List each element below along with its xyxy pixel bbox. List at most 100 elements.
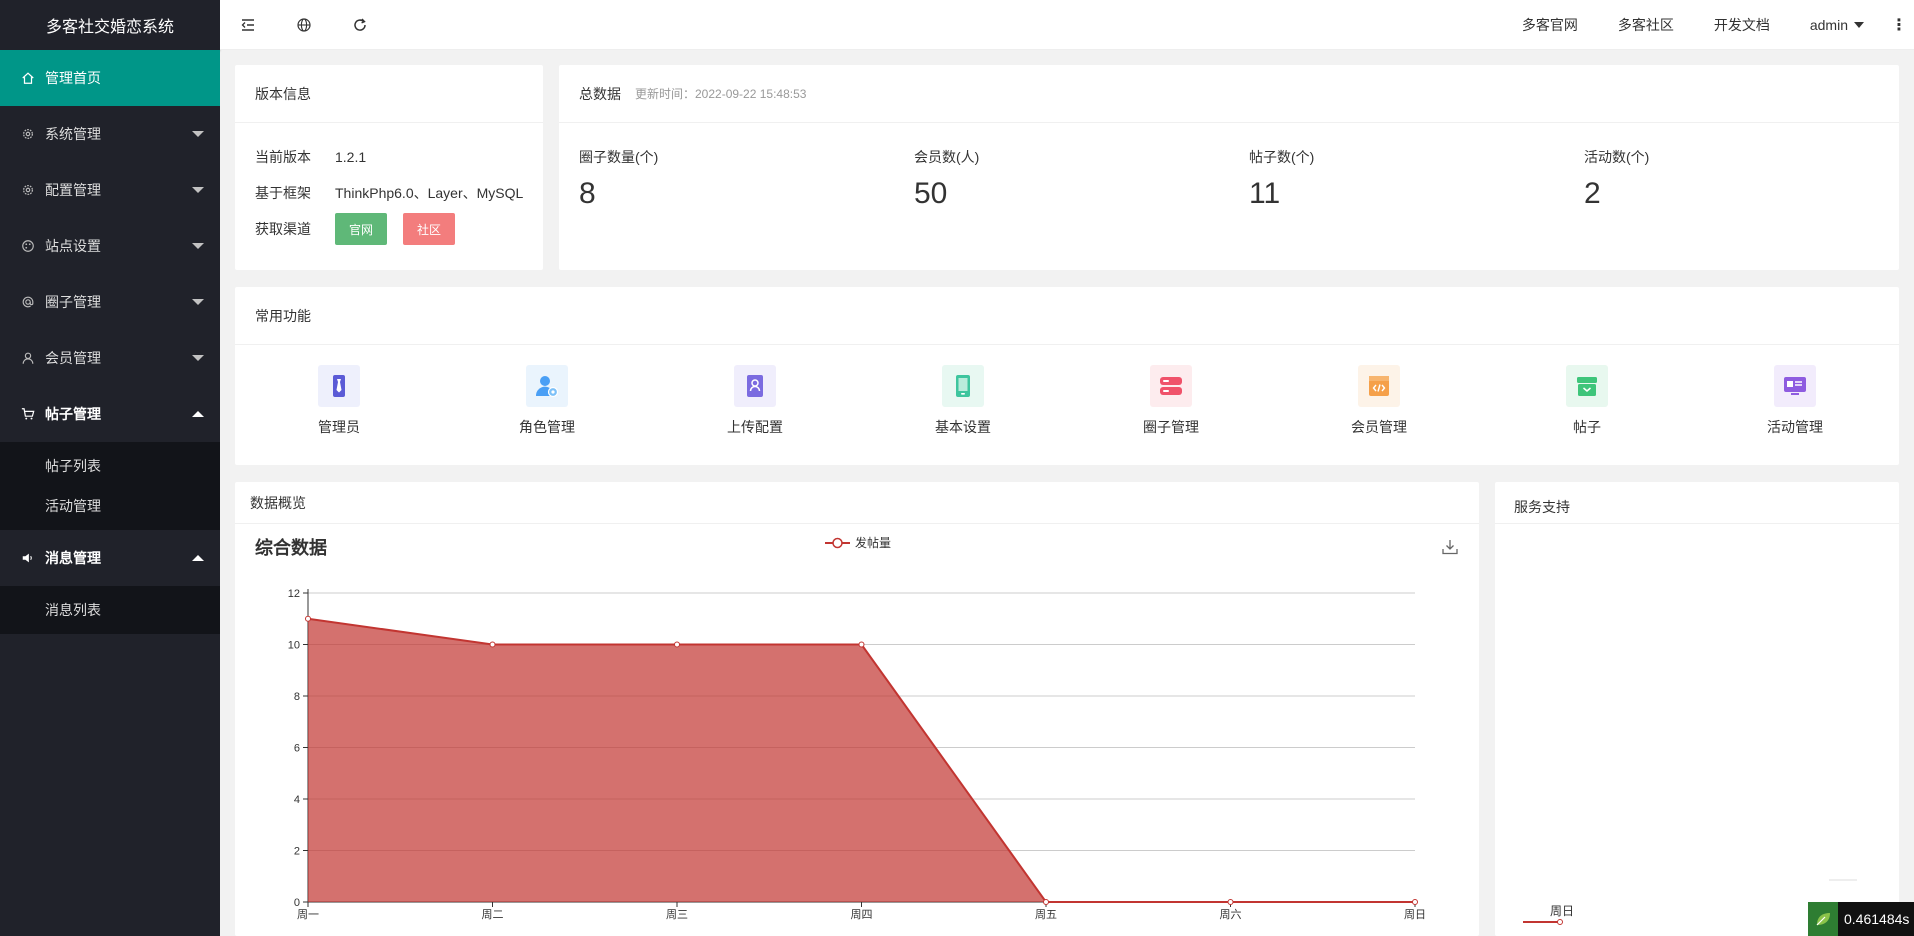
func-admin[interactable]: 管理员 [235, 365, 443, 437]
version-card: 版本信息 当前版本 1.2.1 基于框架 ThinkPhp6.0、Layer、M… [235, 65, 543, 270]
x-tick-label: 周三 [666, 908, 688, 921]
sidebar-item-label: 圈子管理 [45, 294, 101, 310]
archive-icon [1566, 365, 1608, 407]
func-circle-manage[interactable]: 圈子管理 [1067, 365, 1275, 437]
page-timer-badge: 0.461484s [1808, 902, 1914, 936]
more-menu-button[interactable]: ⋮ [1884, 15, 1914, 35]
totals-card-header: 总数据 更新时间：2022-09-22 15:48:53 [559, 65, 1899, 123]
header-link-official[interactable]: 多客官网 [1502, 0, 1598, 50]
sidebar-item-label: 站点设置 [45, 238, 101, 254]
service-card: 服务支持 周日 [1495, 482, 1899, 936]
stat-value: 2 [1584, 177, 1601, 210]
submenu-item-message-list[interactable]: 消息列表 [0, 590, 220, 630]
func-label: 基本设置 [935, 419, 991, 435]
stat-value: 50 [914, 177, 948, 210]
more-vertical-icon: ⋮ [1891, 16, 1907, 34]
func-member-manage[interactable]: 会员管理 [1275, 365, 1483, 437]
func-label: 管理员 [318, 419, 360, 435]
totals-card: 总数据 更新时间：2022-09-22 15:48:53 圈子数量(个) 8 会… [559, 65, 1899, 270]
community-button[interactable]: 社区 [403, 213, 456, 245]
download-icon[interactable] [1441, 538, 1459, 556]
chart-legend[interactable]: 发帖量 [825, 534, 891, 551]
user-menu[interactable]: admin [1790, 17, 1884, 33]
totals-updated-time: 更新时间：2022-09-22 15:48:53 [635, 87, 807, 101]
x-tick-label: 周五 [1035, 908, 1057, 921]
func-label: 活动管理 [1767, 419, 1823, 435]
submenu-item-post-list[interactable]: 帖子列表 [0, 446, 220, 486]
sidebar-item-member[interactable]: 会员管理 [0, 330, 220, 386]
func-label: 圈子管理 [1143, 419, 1199, 435]
channel-row: 获取渠道 官网 社区 [235, 211, 543, 247]
header-right: 多客官网 多客社区 开发文档 admin ⋮ [1502, 0, 1914, 50]
palette-icon [20, 238, 36, 254]
framework-row: 基于框架 ThinkPhp6.0、Layer、MySQL [235, 175, 543, 211]
functions-grid: 管理员 角色管理 上传配置 基本设置 圈子管理 会员管理 帖子 活动管理 [235, 345, 1899, 437]
framework-value: ThinkPhp6.0、Layer、MySQL [335, 185, 524, 201]
func-upload-config[interactable]: 上传配置 [651, 365, 859, 437]
contact-book-icon [734, 365, 776, 407]
stat-label: 帖子数(个) [1249, 149, 1315, 165]
version-key: 当前版本 [255, 149, 311, 165]
func-basic-settings[interactable]: 基本设置 [859, 365, 1067, 437]
chevron-up-icon [192, 555, 204, 561]
leaf-icon [1808, 902, 1838, 936]
func-label: 角色管理 [519, 419, 575, 435]
home-icon [20, 70, 36, 86]
code-window-icon [1358, 365, 1400, 407]
sidebar-item-site[interactable]: 站点设置 [0, 218, 220, 274]
y-tick-label: 12 [288, 588, 300, 600]
sidebar-item-label: 系统管理 [45, 126, 101, 142]
x-tick-label: 周四 [851, 908, 873, 921]
y-tick-label: 2 [294, 846, 300, 858]
sidebar-item-config[interactable]: 配置管理 [0, 162, 220, 218]
sidebar-item-system[interactable]: 系统管理 [0, 106, 220, 162]
func-label: 会员管理 [1351, 419, 1407, 435]
x-tick-label: 周六 [1220, 908, 1242, 921]
stat-activities: 活动数(个) 2 [1564, 147, 1899, 211]
submenu-item-activity[interactable]: 活动管理 [0, 486, 220, 526]
sidebar-item-posts[interactable]: 帖子管理 [0, 386, 220, 442]
stat-label: 圈子数量(个) [579, 149, 659, 165]
top-header: 多客官网 多客社区 开发文档 admin ⋮ [220, 0, 1914, 50]
sidebar: 多客社交婚恋系统 管理首页 系统管理 配置管理 站点设置 圈子管理 会员管理 帖… [0, 0, 220, 936]
stat-members: 会员数(人) 50 [894, 147, 1229, 211]
sidebar-item-label: 帖子管理 [45, 406, 101, 422]
phone-icon [942, 365, 984, 407]
refresh-button[interactable] [332, 0, 388, 50]
func-roles[interactable]: 角色管理 [443, 365, 651, 437]
version-value: 1.2.1 [335, 149, 367, 165]
y-tick-label: 0 [294, 897, 300, 909]
collapse-menu-button[interactable] [220, 0, 276, 50]
user-icon [20, 350, 36, 366]
posts-submenu: 帖子列表 活动管理 [0, 442, 220, 530]
service-title: 服务支持 [1495, 482, 1899, 524]
framework-key: 基于框架 [255, 185, 311, 201]
header-link-docs[interactable]: 开发文档 [1694, 0, 1790, 50]
func-activity-manage[interactable]: 活动管理 [1691, 365, 1899, 437]
data-point [1412, 899, 1418, 905]
func-posts[interactable]: 帖子 [1483, 365, 1691, 437]
stat-label: 活动数(个) [1584, 149, 1650, 165]
chevron-down-icon [192, 187, 204, 193]
sidebar-item-home[interactable]: 管理首页 [0, 50, 220, 106]
channel-key: 获取渠道 [255, 221, 311, 237]
series-area [308, 618, 1415, 902]
sidebar-item-messages[interactable]: 消息管理 [0, 530, 220, 586]
stat-posts: 帖子数(个) 11 [1229, 147, 1564, 211]
version-card-title: 版本信息 [235, 65, 543, 123]
official-site-button[interactable]: 官网 [335, 213, 388, 245]
func-label: 帖子 [1573, 419, 1601, 435]
data-point [1043, 899, 1049, 905]
legend-label: 发帖量 [855, 536, 892, 550]
overview-card: 数据概览 综合数据 发帖量 0 2 4 6 8 10 12 周一 周二 周三 周四 周五 周六 周日 [235, 482, 1479, 936]
website-button[interactable] [276, 0, 332, 50]
sidebar-item-circle[interactable]: 圈子管理 [0, 274, 220, 330]
messages-submenu: 消息列表 [0, 586, 220, 634]
cart-icon [20, 406, 36, 422]
tie-icon [318, 365, 360, 407]
service-tick-label: 周日 [1550, 904, 1575, 918]
sidebar-item-label: 管理首页 [45, 70, 101, 86]
header-link-community[interactable]: 多客社区 [1598, 0, 1694, 50]
legend-swatch [825, 536, 850, 550]
x-tick-label: 周一 [297, 908, 319, 921]
